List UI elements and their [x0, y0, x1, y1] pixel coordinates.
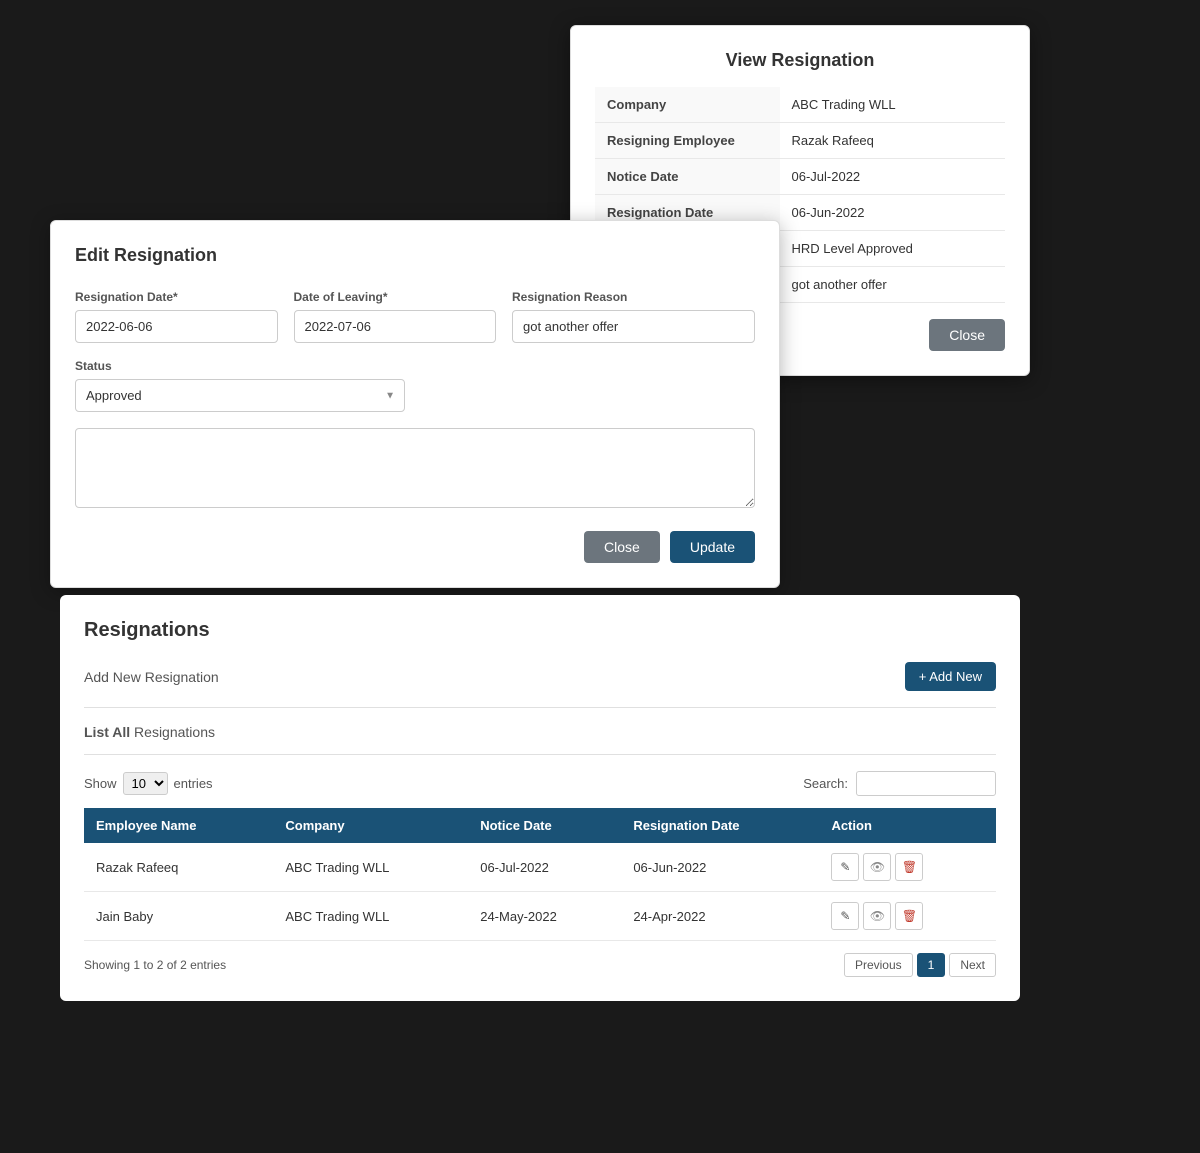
edit-modal-footer: Close Update: [75, 531, 755, 563]
edit-form-row-1: Resignation Date* Date of Leaving* Resig…: [75, 290, 755, 343]
list-all-bar: List All Resignations: [84, 724, 996, 755]
add-new-label: Add New Resignation: [84, 669, 219, 685]
date-of-leaving-label: Date of Leaving*: [294, 290, 497, 304]
date-of-leaving-group: Date of Leaving*: [294, 290, 497, 343]
view-table-row: Notice Date06-Jul-2022: [595, 159, 1005, 195]
table-column-header: Company: [273, 808, 468, 843]
table-footer: Showing 1 to 2 of 2 entries Previous 1 N…: [84, 953, 996, 977]
notice-date-cell: 06-Jul-2022: [468, 843, 621, 892]
view-field-value: 06-Jul-2022: [780, 159, 1006, 195]
view-action-button[interactable]: 👁: [863, 902, 891, 930]
reason-textarea-area: [75, 428, 755, 511]
table-column-header: Action: [819, 808, 996, 843]
resignations-table: Employee NameCompanyNotice DateResignati…: [84, 808, 996, 941]
showing-text: Showing 1 to 2 of 2 entries: [84, 958, 226, 972]
previous-button[interactable]: Previous: [844, 953, 913, 977]
view-modal-title: View Resignation: [595, 50, 1005, 71]
search-label: Search:: [803, 776, 848, 791]
resignation-date-cell: 24-Apr-2022: [621, 892, 819, 941]
delete-action-button[interactable]: 🗑: [895, 853, 923, 881]
delete-action-button[interactable]: 🗑: [895, 902, 923, 930]
action-cell: ✎ 👁 🗑: [819, 892, 996, 941]
table-row: Jain Baby ABC Trading WLL 24-May-2022 24…: [84, 892, 996, 941]
view-table-row: Resigning EmployeeRazak Rafeeq: [595, 123, 1005, 159]
edit-modal-close-button[interactable]: Close: [584, 531, 660, 563]
edit-modal-title: Edit Resignation: [75, 245, 755, 266]
view-action-button[interactable]: 👁: [863, 853, 891, 881]
resignation-date-input[interactable]: [75, 310, 278, 343]
edit-action-button[interactable]: ✎: [831, 902, 859, 930]
view-field-value: 06-Jun-2022: [780, 195, 1006, 231]
edit-modal-update-button[interactable]: Update: [670, 531, 755, 563]
date-of-leaving-input[interactable]: [294, 310, 497, 343]
add-new-button[interactable]: + Add New: [905, 662, 996, 691]
table-header-row: Employee NameCompanyNotice DateResignati…: [84, 808, 996, 843]
table-column-header: Resignation Date: [621, 808, 819, 843]
status-select-wrapper: Approved Pending Rejected: [75, 379, 405, 412]
company-cell: ABC Trading WLL: [273, 843, 468, 892]
reason-textarea[interactable]: [75, 428, 755, 508]
pagination: Previous 1 Next: [844, 953, 996, 977]
table-row: Razak Rafeeq ABC Trading WLL 06-Jul-2022…: [84, 843, 996, 892]
view-field-value: ABC Trading WLL: [780, 87, 1006, 123]
search-input[interactable]: [856, 771, 996, 796]
page-number[interactable]: 1: [917, 953, 946, 977]
entries-label: entries: [174, 776, 213, 791]
view-field-label: Notice Date: [595, 159, 780, 195]
resignation-date-group: Resignation Date*: [75, 290, 278, 343]
entries-per-page-select[interactable]: 10 25 50: [123, 772, 168, 795]
table-column-header: Notice Date: [468, 808, 621, 843]
status-group: Status Approved Pending Rejected: [75, 359, 405, 412]
view-field-value: HRD Level Approved: [780, 231, 1006, 267]
search-box: Search:: [803, 771, 996, 796]
resignation-date-label: Resignation Date*: [75, 290, 278, 304]
status-select[interactable]: Approved Pending Rejected: [75, 379, 405, 412]
employee-name-cell: Razak Rafeeq: [84, 843, 273, 892]
edit-resignation-modal: Edit Resignation Resignation Date* Date …: [50, 220, 780, 588]
table-column-header: Employee Name: [84, 808, 273, 843]
resignation-reason-input[interactable]: [512, 310, 755, 343]
view-field-label: Resigning Employee: [595, 123, 780, 159]
show-label: Show: [84, 776, 117, 791]
view-modal-close-button[interactable]: Close: [929, 319, 1005, 351]
company-cell: ABC Trading WLL: [273, 892, 468, 941]
status-label: Status: [75, 359, 405, 373]
table-controls: Show 10 25 50 entries Search:: [84, 771, 996, 796]
employee-name-cell: Jain Baby: [84, 892, 273, 941]
action-cell: ✎ 👁 🗑: [819, 843, 996, 892]
view-field-value: Razak Rafeeq: [780, 123, 1006, 159]
resignation-reason-label: Resignation Reason: [512, 290, 755, 304]
list-all-label: List All Resignations: [84, 724, 215, 740]
add-new-bar: Add New Resignation + Add New: [84, 662, 996, 708]
resignations-title: Resignations: [84, 619, 996, 642]
edit-form-row-2: Status Approved Pending Rejected: [75, 359, 755, 412]
view-table-row: CompanyABC Trading WLL: [595, 87, 1005, 123]
resignation-reason-group: Resignation Reason: [512, 290, 755, 343]
resignations-panel: Resignations Add New Resignation + Add N…: [60, 595, 1020, 1001]
next-button[interactable]: Next: [949, 953, 996, 977]
view-field-label: Company: [595, 87, 780, 123]
view-field-value: got another offer: [780, 267, 1006, 303]
notice-date-cell: 24-May-2022: [468, 892, 621, 941]
show-entries: Show 10 25 50 entries: [84, 772, 213, 795]
edit-action-button[interactable]: ✎: [831, 853, 859, 881]
resignation-date-cell: 06-Jun-2022: [621, 843, 819, 892]
table-body: Razak Rafeeq ABC Trading WLL 06-Jul-2022…: [84, 843, 996, 941]
